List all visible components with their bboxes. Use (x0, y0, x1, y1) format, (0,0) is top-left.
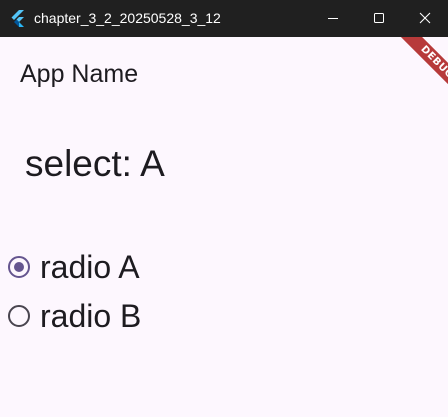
minimize-icon (328, 18, 338, 19)
window-title: chapter_3_2_20250528_3_12 (34, 10, 221, 26)
radio-dot (14, 262, 24, 272)
radio-a-label[interactable]: radio A (40, 248, 140, 286)
debug-banner-label: DEBUG (392, 37, 448, 107)
radio-b-label[interactable]: radio B (40, 297, 141, 335)
maximize-button[interactable] (356, 0, 402, 37)
radio-option-a[interactable]: radio A (0, 244, 200, 290)
debug-banner: DEBUG (368, 37, 448, 117)
maximize-icon (374, 13, 384, 23)
window-titlebar: chapter_3_2_20250528_3_12 (0, 0, 448, 37)
app-bar-title: App Name (20, 60, 139, 88)
selected-value-text: select: A (25, 143, 165, 184)
close-icon (419, 12, 431, 24)
app-content: App Name select: A radio A radio B DEBUG (0, 37, 448, 417)
minimize-button[interactable] (310, 0, 356, 37)
flutter-logo-icon (9, 9, 27, 27)
radio-button-unselected[interactable] (8, 305, 30, 327)
close-button[interactable] (402, 0, 448, 37)
radio-option-b[interactable]: radio B (0, 293, 200, 339)
radio-button-selected[interactable] (8, 256, 30, 278)
